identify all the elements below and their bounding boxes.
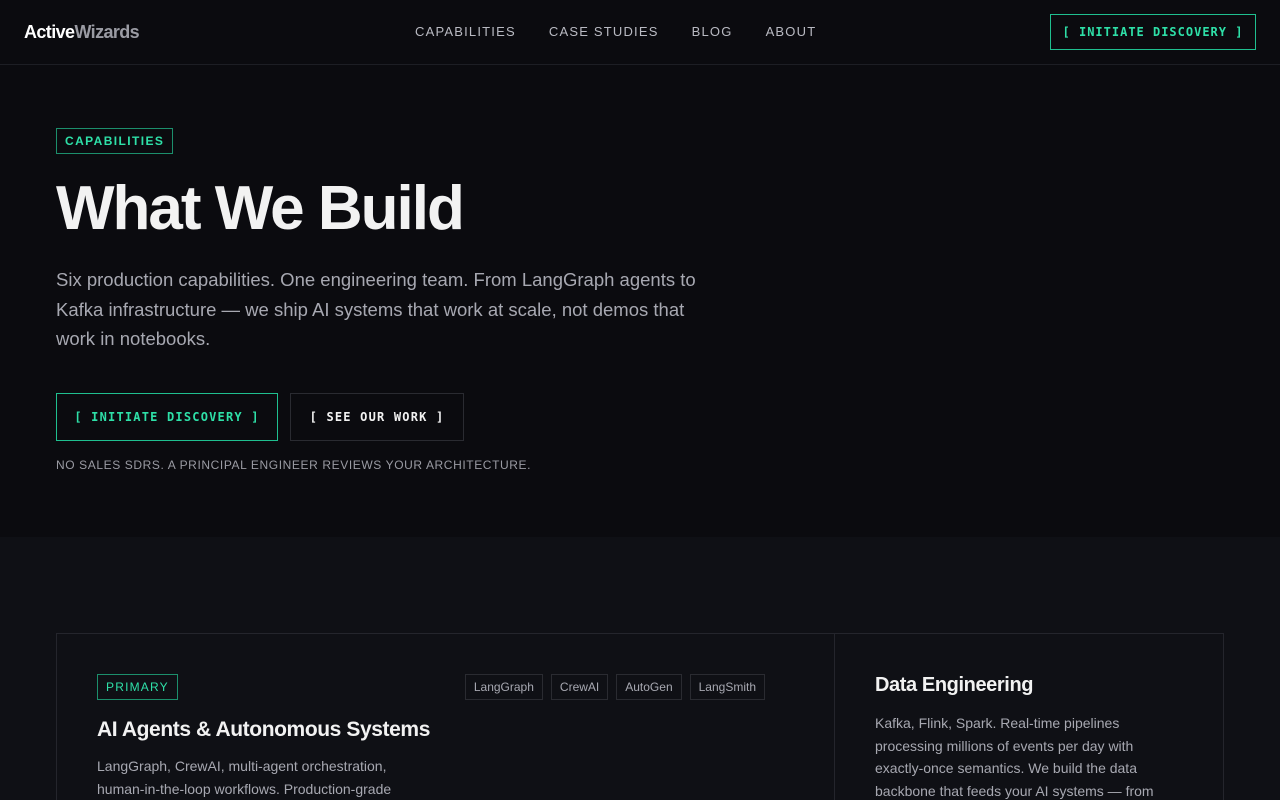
tag-crewai: CrewAI [550, 674, 609, 700]
capability-card-ai-agents[interactable]: PRIMARY LangGraph CrewAI AutoGen LangSmi… [57, 634, 835, 800]
page-title: What We Build [56, 174, 465, 243]
capability-card-data-engineering[interactable]: Data Engineering Kafka, Flink, Spark. Re… [835, 634, 1224, 800]
logo[interactable]: ActiveWizards [24, 21, 140, 43]
card-description: Kafka, Flink, Spark. Real-time pipelines… [875, 715, 1154, 799]
logo-primary: Active [24, 22, 75, 42]
nav-blog[interactable]: BLOG [692, 24, 733, 40]
logo-secondary: Wizards [74, 22, 140, 42]
site-header: ActiveWizards CAPABILITIES CASE STUDIES … [0, 0, 1280, 65]
capability-grid: PRIMARY LangGraph CrewAI AutoGen LangSmi… [56, 633, 1224, 800]
hero-note: NO SALES SDRS. A PRINCIPAL ENGINEER REVI… [56, 458, 532, 472]
card-title: AI Agents & Autonomous Systems [97, 718, 430, 741]
card-title: Data Engineering [875, 674, 1034, 696]
see-our-work-button[interactable]: [ SEE OUR WORK ] [290, 393, 464, 441]
card-description: LangGraph, CrewAI, multi-agent orchestra… [97, 758, 392, 797]
main-nav: CAPABILITIES CASE STUDIES BLOG ABOUT [415, 24, 816, 40]
hero-description: Six production capabilities. One enginee… [56, 269, 696, 349]
capabilities-section: PRIMARY LangGraph CrewAI AutoGen LangSmi… [0, 537, 1280, 800]
header-cta-button[interactable]: [ INITIATE DISCOVERY ] [1050, 14, 1256, 50]
primary-badge: PRIMARY [97, 674, 178, 700]
hero-section: CAPABILITIES What We Build Six productio… [0, 65, 1280, 537]
tag-list: LangGraph CrewAI AutoGen LangSmith [464, 674, 765, 700]
nav-case-studies[interactable]: CASE STUDIES [549, 24, 659, 40]
tag-autogen: AutoGen [616, 674, 682, 700]
hero-eyebrow-badge: CAPABILITIES [56, 128, 174, 154]
initiate-discovery-button[interactable]: [ INITIATE DISCOVERY ] [56, 393, 278, 441]
tag-langgraph: LangGraph [464, 674, 543, 700]
nav-capabilities[interactable]: CAPABILITIES [415, 24, 516, 40]
tag-langsmith: LangSmith [689, 674, 765, 700]
nav-about[interactable]: ABOUT [766, 24, 817, 40]
